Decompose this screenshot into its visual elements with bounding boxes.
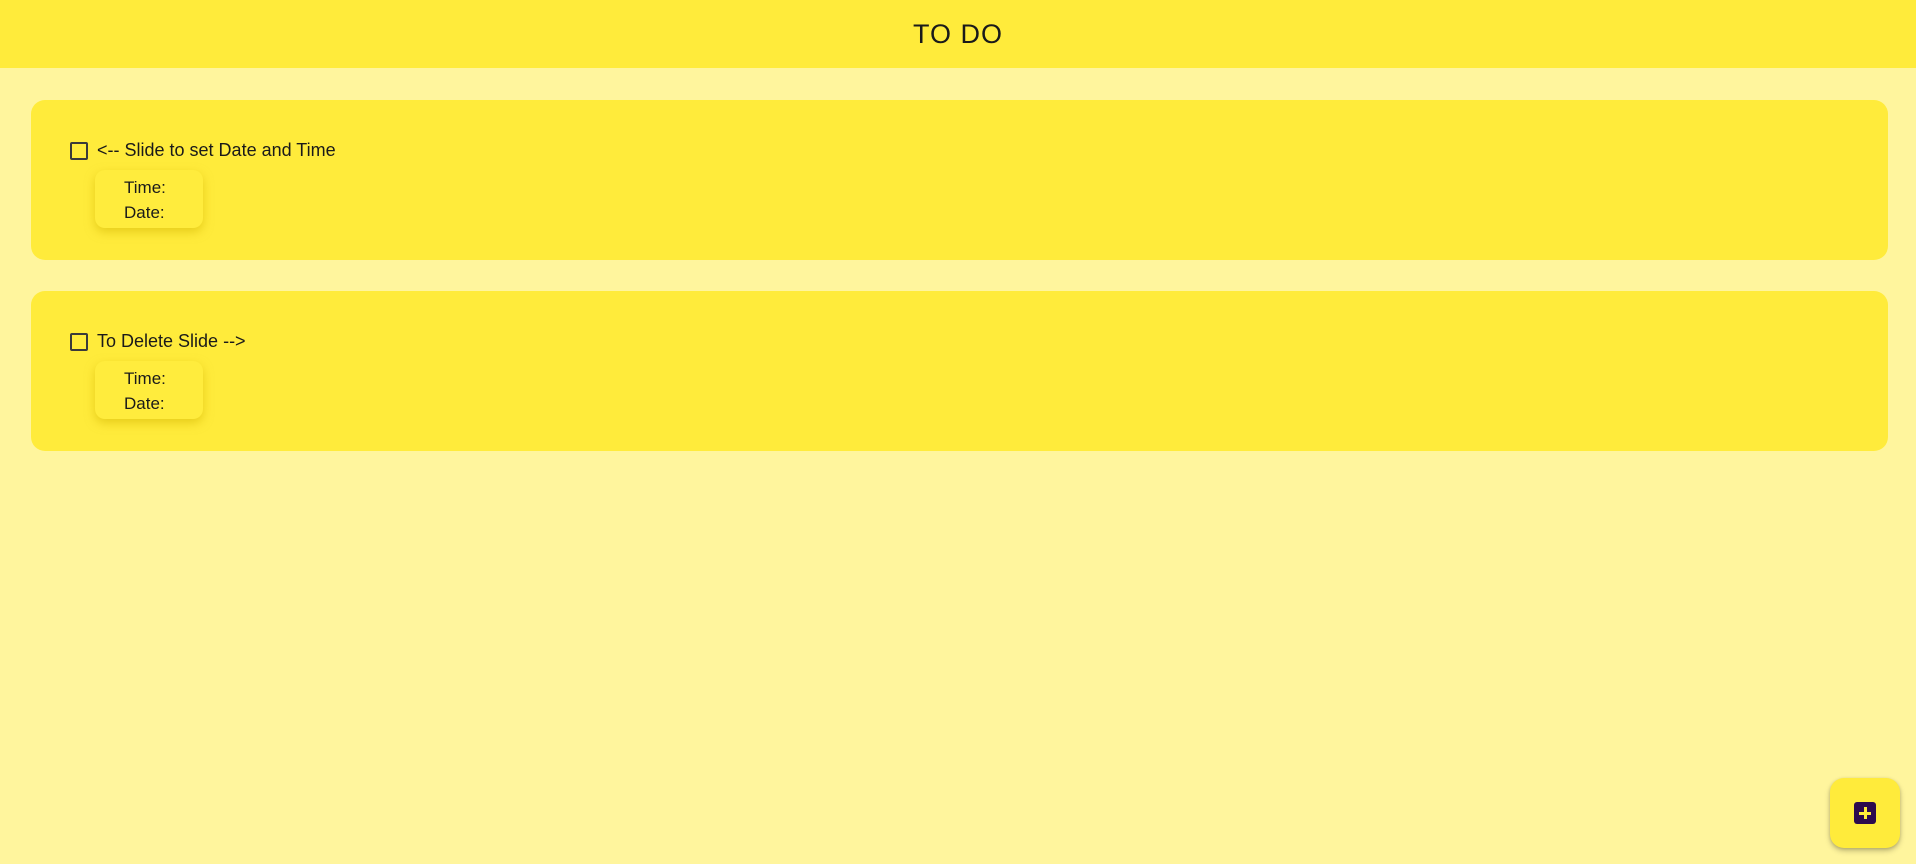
date-label: Date:	[124, 203, 165, 222]
todo-card[interactable]: <-- Slide to set Date and Time Time: Dat…	[31, 100, 1888, 260]
todo-list: <-- Slide to set Date and Time Time: Dat…	[31, 100, 1888, 482]
app-title: TO DO	[912, 18, 1003, 49]
time-label: Time:	[124, 369, 166, 388]
app-bar: TO DO	[0, 0, 1916, 68]
add-box-icon	[1854, 802, 1876, 824]
add-todo-button[interactable]	[1830, 778, 1900, 848]
todo-card[interactable]: To Delete Slide --> Time: Date:	[31, 291, 1888, 451]
todo-text: To Delete Slide -->	[97, 331, 246, 351]
todo-text: <-- Slide to set Date and Time	[97, 140, 336, 160]
todo-row: <-- Slide to set Date and Time	[70, 140, 336, 161]
date-label: Date:	[124, 394, 165, 413]
todo-checkbox[interactable]	[70, 332, 88, 351]
todo-checkbox[interactable]	[70, 141, 88, 160]
time-label: Time:	[124, 178, 166, 197]
todo-row: To Delete Slide -->	[70, 331, 246, 352]
datetime-box: Time: Date:	[95, 170, 203, 228]
datetime-box: Time: Date:	[95, 361, 203, 419]
